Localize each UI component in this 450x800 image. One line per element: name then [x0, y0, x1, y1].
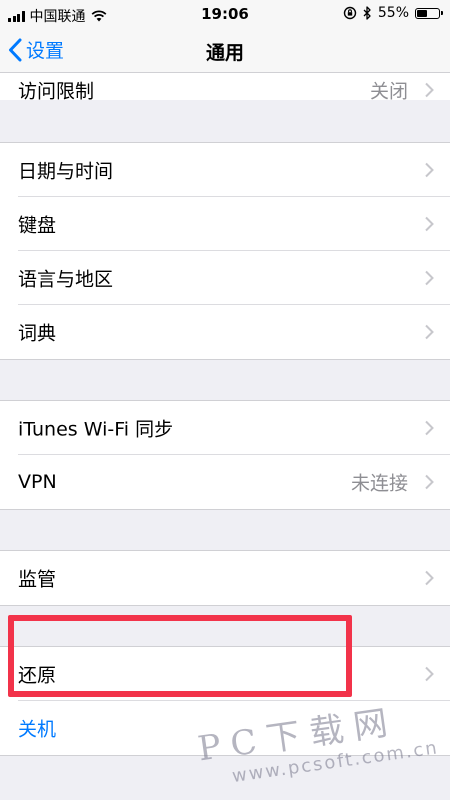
row-label: 访问限制 — [18, 80, 95, 103]
row-label: iTunes Wi-Fi 同步 — [18, 418, 174, 441]
chevron-right-icon — [425, 216, 434, 232]
battery-icon — [415, 7, 443, 19]
chevron-right-icon — [425, 270, 434, 286]
group-divider — [0, 509, 450, 510]
chevron-right-icon — [425, 420, 434, 436]
row-label: 键盘 — [18, 214, 57, 237]
chevron-right-icon — [425, 82, 434, 98]
settings-row-dictionary[interactable]: 词典 — [0, 305, 450, 359]
settings-row-vpn[interactable]: VPN 未连接 — [0, 455, 450, 509]
chevron-right-icon — [425, 666, 434, 682]
orientation-lock-icon — [343, 6, 357, 20]
bluetooth-icon — [363, 6, 371, 20]
settings-row-keyboard[interactable]: 键盘 — [0, 197, 450, 251]
settings-row-itunes-wifi-sync[interactable]: iTunes Wi-Fi 同步 — [0, 401, 450, 455]
row-label: 词典 — [18, 322, 57, 345]
group-divider — [0, 605, 450, 606]
page-title: 通用 — [205, 42, 244, 64]
settings-row-date-time[interactable]: 日期与时间 — [0, 143, 450, 197]
chevron-right-icon — [425, 474, 434, 490]
row-label: 语言与地区 — [18, 268, 114, 291]
group-divider — [0, 359, 450, 360]
status-right: 55% — [343, 5, 443, 21]
row-value: 未连接 — [350, 472, 408, 495]
settings-row-supervision[interactable]: 监管 — [0, 551, 450, 605]
chevron-right-icon — [425, 570, 434, 586]
navigation-bar: 设置 通用 — [0, 28, 450, 73]
battery-percent: 55% — [377, 5, 409, 21]
row-label: 关机 — [18, 718, 57, 741]
row-label: 日期与时间 — [18, 160, 114, 183]
row-label: VPN — [18, 471, 57, 493]
row-value: 关闭 — [369, 80, 408, 103]
highlight-box — [8, 615, 352, 697]
status-bar: 中国联通 19:06 55% — [0, 0, 450, 28]
row-label: 监管 — [18, 568, 57, 591]
battery-fill — [417, 9, 427, 17]
settings-row-language-region[interactable]: 语言与地区 — [0, 251, 450, 305]
chevron-right-icon — [425, 162, 434, 178]
chevron-right-icon — [425, 324, 434, 340]
